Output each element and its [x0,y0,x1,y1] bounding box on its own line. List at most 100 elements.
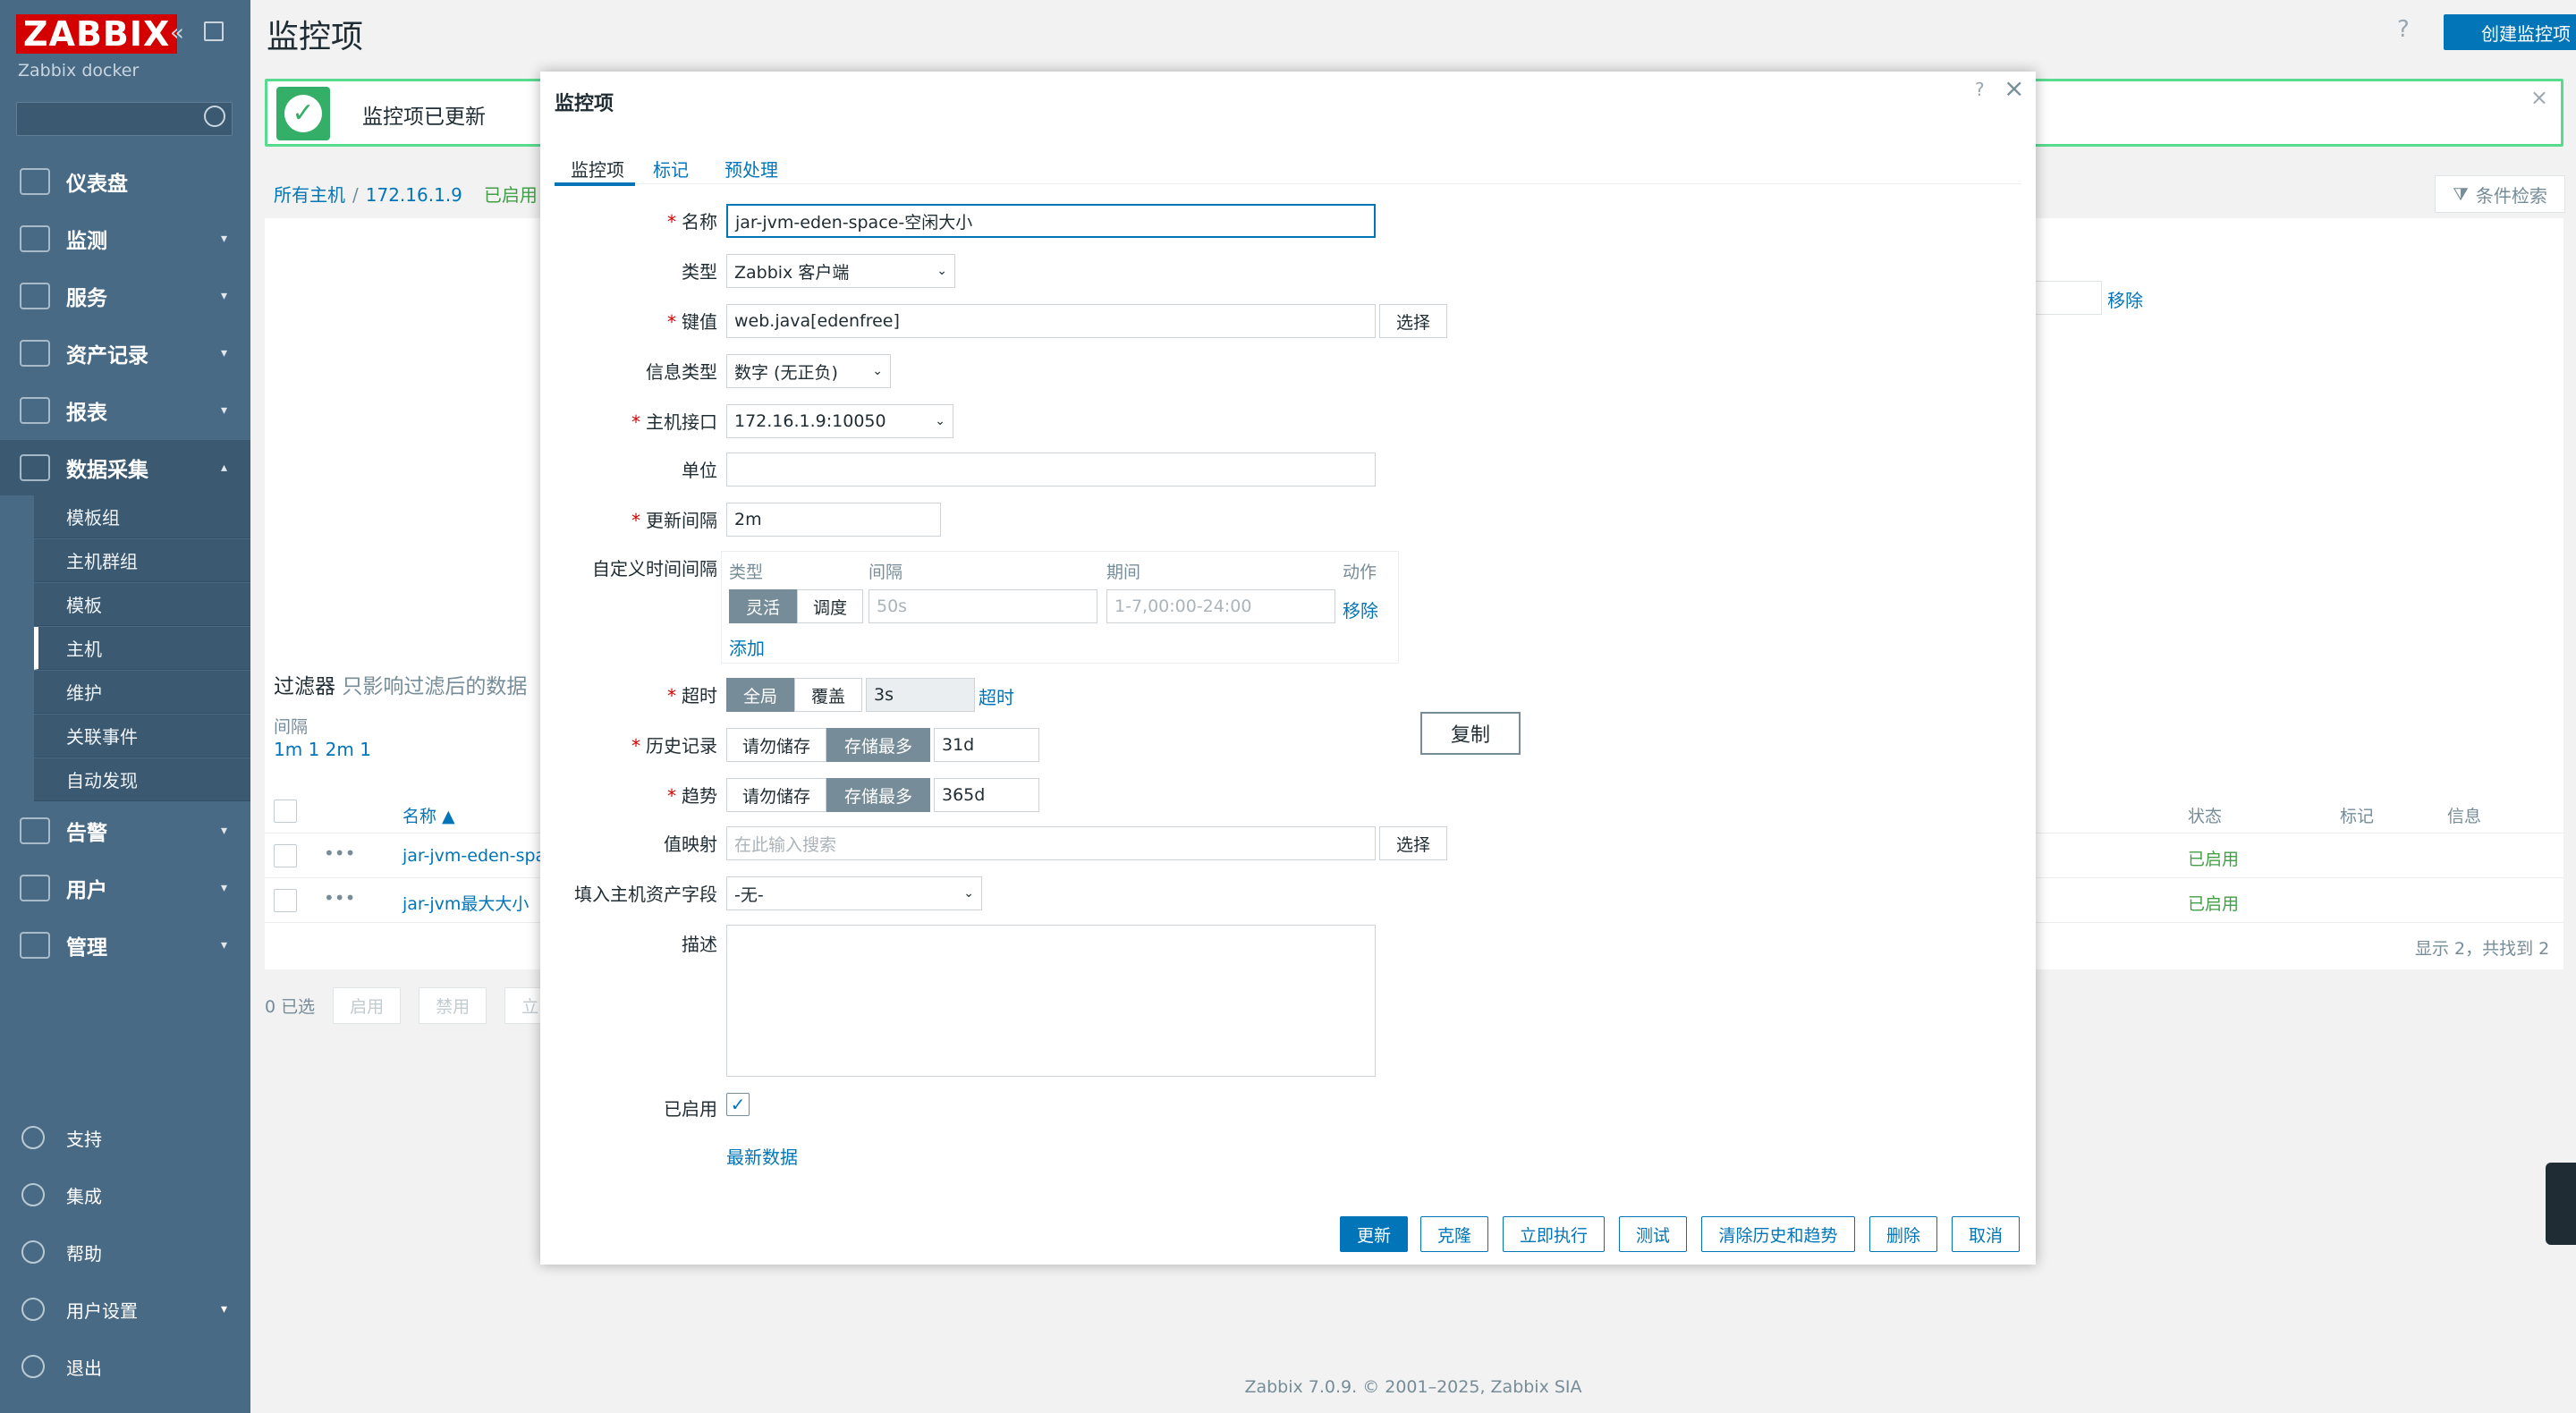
clone-button[interactable]: 克隆 [1420,1216,1488,1252]
filter-remove-link[interactable]: 移除 [2107,286,2143,312]
column-status: 状态 [2188,807,2223,826]
delete-button[interactable]: 删除 [1869,1216,1937,1252]
info-type-select[interactable]: 数字 (无正负) ⌄ [726,354,891,388]
filter-tag-input[interactable] [2030,281,2102,315]
custom-period-input[interactable]: 1-7,00:00-24:00 [1106,589,1335,623]
trend-label: * 趋势 [667,785,717,807]
nav-users[interactable]: 用户 ▾ [0,860,250,916]
subnav-templates[interactable]: 模板 [34,583,250,626]
help-icon [21,1240,45,1264]
description-textarea[interactable] [726,925,1376,1077]
breadcrumb-all-hosts[interactable]: 所有主机 [274,184,345,206]
nav-help[interactable]: 帮助 [0,1227,250,1277]
zabbix-logo[interactable]: ZABBIX [16,14,178,54]
nav-dashboard[interactable]: 仪表盘 [0,154,250,209]
enabled-checkbox[interactable]: ✓ [726,1093,750,1116]
sidebar-search-input[interactable] [16,102,233,136]
execute-now-button[interactable]: 立即执行 [1503,1216,1605,1252]
clear-history-button[interactable]: 清除历史和趋势 [1701,1216,1855,1252]
item-status[interactable]: 已启用 [2188,846,2239,870]
chevron-down-icon: ▾ [220,346,227,360]
valuemap-select-button[interactable]: 选择 [1379,826,1447,860]
select-all-checkbox[interactable] [274,800,297,823]
collapse-sidebar-icon[interactable]: « [170,20,184,47]
key-select-button[interactable]: 选择 [1379,304,1447,338]
history-input[interactable]: 31d [934,728,1039,762]
nav-integrations[interactable]: 集成 [0,1170,250,1220]
subnav-event-correlation[interactable]: 关联事件 [34,715,250,757]
cancel-button[interactable]: 取消 [1952,1216,2020,1252]
timeout-link[interactable]: 超时 [979,683,1014,709]
timeout-override[interactable]: 覆盖 [794,678,862,712]
more-icon[interactable]: ••• [324,887,355,909]
close-icon[interactable]: × [2530,85,2548,110]
dialog-help-icon[interactable]: ? [1975,79,1985,100]
subnav-host-groups[interactable]: 主机群组 [34,539,250,582]
unit-input[interactable] [726,453,1376,487]
interval-input[interactable]: 2m [726,503,941,537]
nav-administration[interactable]: 管理 ▾ [0,918,250,973]
kiosk-mode-icon[interactable] [204,21,224,41]
tab-preprocessing[interactable]: 预处理 [724,156,778,182]
history-no-store[interactable]: 请勿储存 [726,728,826,762]
help-icon[interactable]: ? [2397,16,2410,43]
subnav-template-groups[interactable]: 模板组 [34,495,250,538]
user-icon [21,1298,45,1321]
item-name-link[interactable]: jar-jvm最大大小 [402,891,529,915]
nav-alerts[interactable]: 告警 ▾ [0,803,250,859]
nav-reports[interactable]: 报表 ▾ [0,383,250,438]
latest-data-link[interactable]: 最新数据 [726,1143,798,1169]
custom-remove-link[interactable]: 移除 [1343,597,1378,622]
update-button[interactable]: 更新 [1340,1216,1408,1252]
custom-type-scheduling[interactable]: 调度 [797,589,863,623]
interface-select[interactable]: 172.16.1.9:10050 ⌄ [726,404,953,438]
copy-button[interactable]: 复制 [1420,712,1521,755]
custom-col-action: 动作 [1343,563,1377,582]
custom-add-link[interactable]: 添加 [729,634,765,660]
custom-interval-input[interactable]: 50s [869,589,1097,623]
trend-no-store[interactable]: 请勿储存 [726,778,826,812]
nav-support[interactable]: 支持 [0,1113,250,1163]
create-item-button[interactable]: 创建监控项 [2444,14,2576,50]
subnav-maintenance[interactable]: 维护 [34,671,250,714]
nav-services[interactable]: 服务 ▾ [0,268,250,324]
nav-user-settings[interactable]: 用户设置 ▾ [0,1284,250,1334]
item-name-link[interactable]: jar-jvm-eden-spac [402,846,555,866]
tab-item[interactable]: 监控项 [571,156,624,182]
type-label: 类型 [682,261,717,283]
valuemap-input[interactable]: 在此输入搜索 [726,826,1376,860]
filter-toggle-button[interactable]: ⧩ 条件检索 [2435,175,2565,213]
subnav-hosts[interactable]: 主机 [34,627,250,670]
test-button[interactable]: 测试 [1619,1216,1687,1252]
interval-label: * 更新间隔 [631,510,717,531]
trend-input[interactable]: 365d [934,778,1039,812]
history-store-max[interactable]: 存储最多 [826,728,930,762]
nav-data-collection[interactable]: 数据采集 ▴ [0,440,250,495]
mass-enable-button[interactable]: 启用 [333,987,402,1024]
mass-disable-button[interactable]: 禁用 [419,987,487,1024]
close-icon[interactable]: × [2004,73,2024,103]
nav-logout[interactable]: 退出 [0,1341,250,1392]
row-checkbox[interactable] [274,844,297,867]
inventory-select[interactable]: -无- ⌄ [726,876,982,910]
type-select[interactable]: Zabbix 客户端 ⌄ [726,254,955,288]
trend-store-max[interactable]: 存储最多 [826,778,930,812]
key-input[interactable]: web.java[edenfree] [726,304,1376,338]
nav-inventory[interactable]: 资产记录 ▾ [0,326,250,381]
row-checkbox[interactable] [274,889,297,912]
tab-tags[interactable]: 标记 [653,156,689,182]
filter-interval-values[interactable]: 1m 1 2m 1 [274,739,371,760]
more-icon[interactable]: ••• [324,842,355,864]
name-input[interactable]: jar-jvm-eden-space-空闲大小 [726,204,1376,238]
timeout-global[interactable]: 全局 [726,678,794,712]
chevron-down-icon: ▾ [220,403,227,418]
item-status[interactable]: 已启用 [2188,891,2239,915]
custom-type-flexible[interactable]: 灵活 [729,589,797,623]
column-name[interactable]: 名称 ▲ [402,803,455,827]
side-handle[interactable] [2546,1163,2576,1245]
chevron-down-icon: ▾ [220,824,227,838]
nav-monitoring[interactable]: 监测 ▾ [0,211,250,267]
breadcrumb-host[interactable]: 172.16.1.9 [366,184,462,206]
search-icon[interactable] [204,106,225,127]
subnav-discovery[interactable]: 自动发现 [34,758,250,801]
